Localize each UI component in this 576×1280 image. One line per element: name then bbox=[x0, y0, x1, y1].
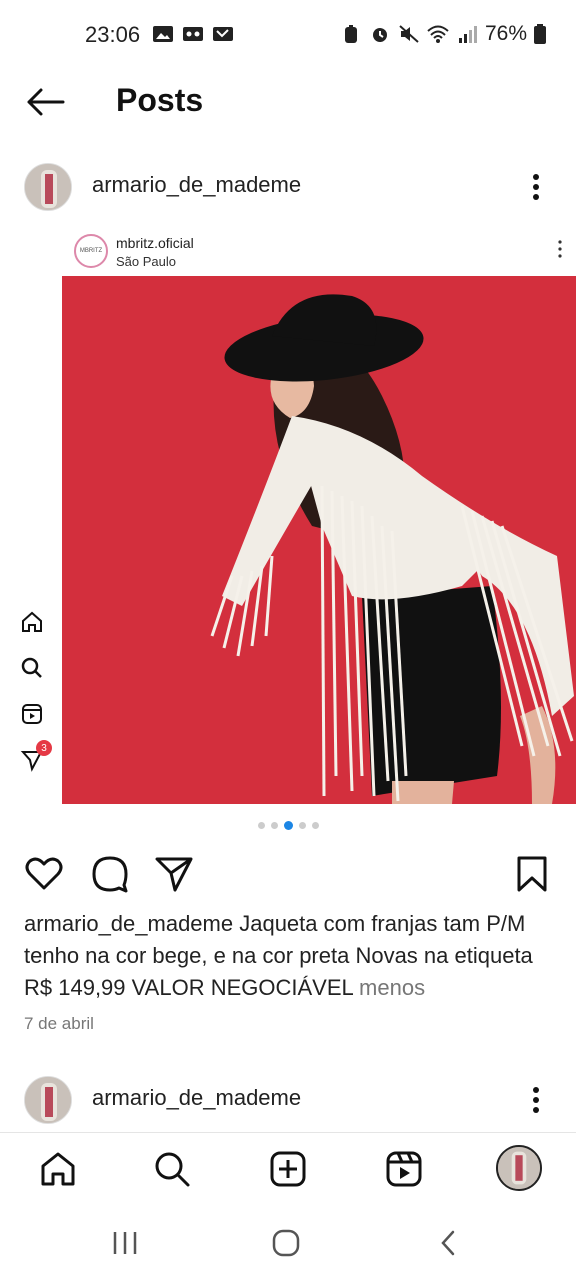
save-button[interactable] bbox=[512, 854, 552, 894]
system-nav-bar bbox=[0, 1204, 576, 1280]
bottom-nav bbox=[0, 1132, 576, 1204]
comment-button[interactable] bbox=[90, 854, 130, 894]
avatar-image bbox=[25, 164, 71, 210]
bookmark-icon bbox=[517, 856, 547, 892]
notification-badge: 3 bbox=[36, 740, 52, 756]
carousel-indicator bbox=[0, 821, 576, 830]
post-date: 7 de abril bbox=[24, 1014, 94, 1033]
direct-messages-icon: 3 bbox=[18, 740, 52, 774]
heart-icon bbox=[25, 857, 63, 890]
post-caption: armario_de_mademe Jaqueta com franjas ta… bbox=[24, 908, 554, 1004]
status-time: 23:06 bbox=[85, 22, 141, 47]
battery-saver-icon bbox=[344, 25, 357, 43]
recent-apps-icon bbox=[113, 1232, 137, 1254]
like-button[interactable] bbox=[24, 854, 64, 894]
next-post-header: armario_de_mademe bbox=[0, 1070, 576, 1130]
shared-post-logo: MBRITZ bbox=[74, 234, 108, 268]
home-circle-icon bbox=[272, 1229, 300, 1257]
missed-call-icon bbox=[213, 27, 233, 41]
carousel-dot bbox=[257, 822, 265, 829]
post-username[interactable]: armario_de_mademe bbox=[92, 1085, 301, 1111]
battery-icon bbox=[534, 24, 546, 44]
avatar[interactable] bbox=[24, 1076, 72, 1124]
shared-post-username: mbritz.oficial bbox=[116, 235, 194, 251]
search-icon bbox=[155, 1152, 190, 1187]
post-options-button[interactable] bbox=[518, 1080, 554, 1120]
plus-square-icon bbox=[270, 1151, 306, 1187]
carousel-dot bbox=[298, 822, 306, 829]
post-header: armario_de_mademe bbox=[0, 157, 576, 217]
wifi-icon bbox=[427, 25, 449, 43]
shared-post-header: MBRITZ mbritz.oficial São Paulo bbox=[62, 226, 576, 276]
shared-post-location: São Paulo bbox=[116, 254, 176, 269]
status-left-icons bbox=[152, 24, 234, 44]
shared-screenshot-side-nav: 3 bbox=[18, 608, 52, 792]
reels-icon bbox=[18, 700, 46, 728]
post-media[interactable]: MBRITZ mbritz.oficial São Paulo bbox=[0, 226, 576, 804]
caption-username[interactable]: armario_de_mademe bbox=[24, 911, 233, 936]
voicemail-icon bbox=[183, 27, 203, 41]
status-bar: 23:06 76% bbox=[0, 0, 576, 70]
nav-reels[interactable] bbox=[382, 1147, 426, 1191]
carousel-dot bbox=[311, 822, 319, 829]
post-actions bbox=[0, 848, 576, 898]
more-vertical-icon bbox=[558, 240, 562, 258]
home-icon bbox=[18, 608, 46, 636]
back-system-button[interactable] bbox=[428, 1226, 468, 1260]
chevron-left-icon bbox=[441, 1230, 455, 1256]
page-header: Posts bbox=[0, 70, 576, 134]
nav-home[interactable] bbox=[36, 1147, 80, 1191]
battery-percent: 76% bbox=[484, 22, 527, 45]
share-button[interactable] bbox=[154, 854, 194, 894]
post-options-button[interactable] bbox=[518, 167, 554, 207]
status-right-icons: 76% bbox=[340, 22, 546, 46]
nav-search[interactable] bbox=[150, 1147, 194, 1191]
alarm-icon bbox=[372, 28, 387, 42]
nav-create[interactable] bbox=[266, 1147, 310, 1191]
avatar[interactable] bbox=[24, 163, 72, 211]
more-vertical-icon bbox=[533, 1087, 539, 1113]
carousel-dot bbox=[270, 822, 278, 829]
back-button[interactable] bbox=[22, 82, 68, 122]
more-vertical-icon bbox=[533, 174, 539, 200]
fashion-photo bbox=[62, 276, 576, 804]
signal-icon bbox=[458, 26, 477, 43]
home-system-button[interactable] bbox=[266, 1226, 306, 1260]
avatar-image bbox=[25, 1077, 71, 1123]
arrow-left-icon bbox=[27, 88, 65, 116]
reels-icon bbox=[386, 1151, 422, 1187]
mute-icon bbox=[399, 25, 419, 43]
post-username[interactable]: armario_de_mademe bbox=[92, 172, 301, 198]
page-title: Posts bbox=[116, 82, 204, 118]
home-icon bbox=[41, 1152, 75, 1186]
search-icon bbox=[18, 654, 46, 682]
nav-profile-avatar[interactable] bbox=[496, 1145, 542, 1191]
carousel-dot-active bbox=[283, 821, 293, 830]
show-less-link[interactable]: menos bbox=[359, 975, 425, 1000]
image-icon bbox=[153, 26, 173, 42]
send-icon bbox=[155, 857, 193, 892]
recent-apps-button[interactable] bbox=[105, 1226, 145, 1260]
comment-icon bbox=[92, 856, 128, 893]
avatar-image bbox=[498, 1147, 540, 1189]
